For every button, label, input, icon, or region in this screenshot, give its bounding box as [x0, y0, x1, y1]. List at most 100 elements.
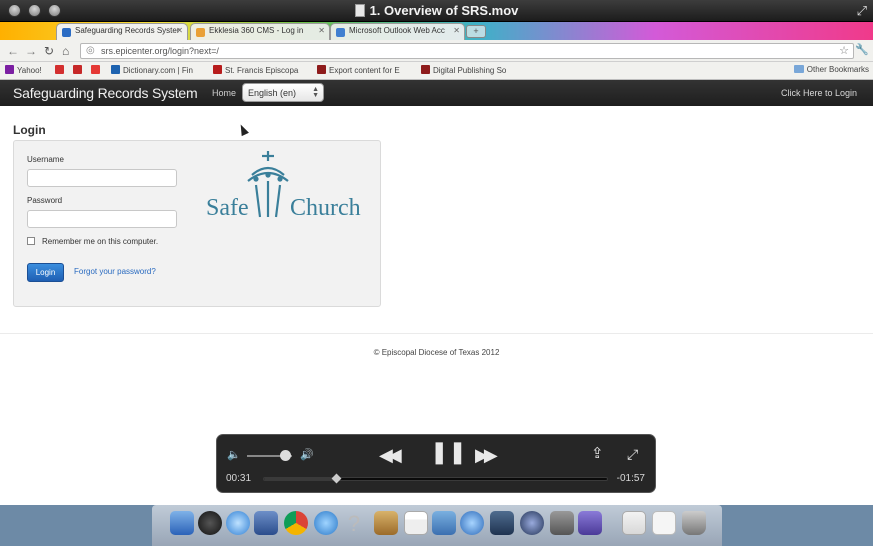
playback-scrubber-knob[interactable]: [331, 473, 342, 484]
youtube-icon: [91, 65, 100, 74]
volume-slider-knob[interactable]: [280, 450, 292, 461]
fullscreen-icon[interactable]: ⤢: [627, 447, 638, 461]
tab-label: Ekklesia 360 CMS - Log in: [209, 26, 304, 35]
bookmark-label: St. Francis Episcopa: [225, 66, 299, 75]
macos-dock: ?: [152, 505, 722, 546]
elapsed-time: 00:31: [226, 473, 252, 484]
remaining-time: -01:57: [616, 473, 645, 484]
tab-safeguarding-records[interactable]: Safeguarding Records Syster ✕: [56, 23, 188, 40]
video-controller: 🔈 🔊 ◀◀ ❚❚ ▶▶ ⇪ ⤢ 00:31 -01:57: [216, 434, 656, 493]
login-form-panel: Username Password Remember me on this co…: [13, 140, 381, 307]
footer-divider: [0, 333, 873, 334]
bookmark-export-content[interactable]: Export content for E: [317, 65, 400, 75]
username-input[interactable]: [27, 169, 177, 187]
address-bar[interactable]: ◎ srs.epicenter.org/login?next=/ ☆: [80, 43, 854, 59]
fullscreen-expand-icon[interactable]: ⤢: [857, 3, 867, 19]
tab-ekklesia-cms[interactable]: Ekklesia 360 CMS - Log in ✕: [190, 23, 330, 40]
volume-low-icon[interactable]: 🔈: [227, 448, 241, 462]
playback-scrubber[interactable]: [263, 473, 608, 484]
bookmark-favicon-icon: [317, 65, 326, 74]
site-navbar: Safeguarding Records System Home English…: [0, 80, 873, 106]
address-bar-url[interactable]: srs.epicenter.org/login?next=/: [101, 46, 219, 56]
tab-favicon-icon: [336, 28, 345, 37]
volume-high-icon[interactable]: 🔊: [300, 448, 314, 462]
tab-favicon-icon: [196, 28, 205, 37]
document-icon[interactable]: [622, 511, 646, 535]
globe-icon: ◎: [86, 45, 95, 56]
share-icon[interactable]: ⇪: [591, 446, 604, 461]
system-preferences-icon[interactable]: [550, 511, 574, 535]
mouse-pointer-icon: [237, 122, 249, 137]
bookmark-dictionary[interactable]: Dictionary.com | Fin: [111, 65, 193, 75]
bookmark-icon-only[interactable]: [73, 65, 85, 75]
tab-outlook-web[interactable]: Microsoft Outlook Web Acc ✕: [330, 23, 465, 40]
bookmark-icon-only[interactable]: [55, 65, 67, 75]
browser-tab-strip: Safeguarding Records Syster ✕ Ekklesia 3…: [0, 22, 873, 40]
time-machine-icon[interactable]: [520, 511, 544, 535]
window-title-text: 1. Overview of SRS.mov: [369, 3, 519, 18]
address-book-icon[interactable]: [374, 511, 398, 535]
imovie-icon[interactable]: [578, 511, 602, 535]
bookmark-star-icon[interactable]: ☆: [839, 44, 849, 57]
browser-toolbar: ← → ↻ ⌂ ◎ srs.epicenter.org/login?next=/…: [0, 40, 873, 62]
language-select[interactable]: English (en) ▲ ▼: [242, 83, 324, 102]
forgot-password-link[interactable]: Forgot your password?: [74, 267, 156, 276]
tab-close-icon[interactable]: ✕: [318, 26, 325, 35]
calendar-icon[interactable]: [404, 511, 428, 535]
dictionary-icon: [111, 65, 120, 74]
bookmark-favicon-icon: [73, 65, 82, 74]
bookmark-st-francis[interactable]: St. Francis Episcopa: [213, 65, 298, 75]
nav-home-link[interactable]: Home: [212, 88, 236, 98]
bookmark-label: Dictionary.com | Fin: [123, 66, 193, 75]
site-brand[interactable]: Safeguarding Records System: [13, 85, 198, 101]
new-tab-button[interactable]: +: [466, 25, 486, 38]
bookmark-digital-publishing[interactable]: Digital Publishing So: [421, 65, 506, 75]
itunes-icon[interactable]: [460, 511, 484, 535]
logo-text-church: Church: [290, 195, 361, 221]
mission-control-icon[interactable]: [490, 511, 514, 535]
tab-close-icon[interactable]: ✕: [453, 26, 460, 35]
chrome-icon[interactable]: [284, 511, 308, 535]
facetime-icon[interactable]: [314, 511, 338, 535]
help-icon[interactable]: ?: [342, 511, 366, 536]
remember-me-label: Remember me on this computer.: [42, 237, 159, 246]
mail-icon[interactable]: [254, 511, 278, 535]
home-icon[interactable]: ⌂: [62, 44, 69, 58]
other-bookmarks[interactable]: Other Bookmarks: [793, 65, 869, 74]
playback-progress-fill: [264, 478, 337, 480]
remember-me-checkbox[interactable]: [27, 237, 35, 245]
bookmark-label: Export content for E: [329, 66, 400, 75]
click-to-login-link[interactable]: Click Here to Login: [781, 88, 857, 98]
back-arrow-icon[interactable]: ←: [7, 44, 19, 58]
password-label: Password: [27, 196, 63, 205]
folder-icon: [793, 65, 804, 73]
yahoo-icon: [5, 65, 14, 74]
username-label: Username: [27, 155, 64, 164]
logo-text-safe: Safe: [206, 195, 249, 221]
wrench-icon[interactable]: 🔧: [855, 43, 869, 56]
tab-close-icon[interactable]: ✕: [176, 26, 183, 35]
iphoto-icon[interactable]: [432, 511, 456, 535]
language-select-value: English (en): [248, 88, 297, 98]
select-arrows-icon: ▲ ▼: [312, 86, 319, 99]
safe-church-logo: Safe Church: [206, 151, 361, 221]
bookmark-youtube[interactable]: [91, 65, 103, 75]
rewind-icon[interactable]: ◀◀: [379, 446, 402, 464]
window-title: 1. Overview of SRS.mov: [0, 3, 873, 18]
password-input[interactable]: [27, 210, 177, 228]
blank-document-icon[interactable]: [652, 511, 676, 535]
reload-icon[interactable]: ↻: [44, 44, 54, 58]
bookmark-yahoo[interactable]: Yahoo!: [5, 65, 42, 75]
finder-icon[interactable]: [170, 511, 194, 535]
window-titlebar: 1. Overview of SRS.mov ⤢: [0, 0, 873, 22]
footer-copyright: © Episcopal Diocese of Texas 2012: [373, 348, 500, 357]
login-button[interactable]: Login: [27, 263, 64, 282]
dashboard-icon[interactable]: [198, 511, 222, 535]
fast-forward-icon[interactable]: ▶▶: [475, 446, 498, 464]
bookmark-favicon-icon: [421, 65, 430, 74]
cross-icon: [213, 65, 222, 74]
trash-icon[interactable]: [682, 511, 706, 535]
pause-icon[interactable]: ❚❚: [430, 441, 467, 463]
safari-icon[interactable]: [226, 511, 250, 535]
forward-arrow-icon[interactable]: →: [25, 44, 37, 58]
